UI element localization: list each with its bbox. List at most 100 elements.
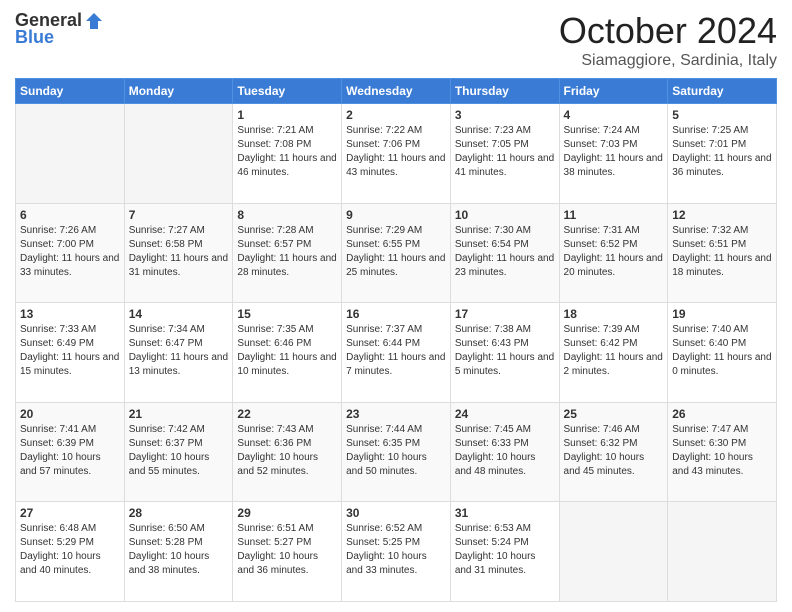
day-number: 2 [346,108,446,122]
day-info: Sunrise: 7:40 AMSunset: 6:40 PMDaylight:… [672,323,772,379]
calendar-cell: 5Sunrise: 7:25 AMSunset: 7:01 PMDaylight… [668,104,777,204]
calendar-cell: 26 Sunrise: 7:47 AMSunset: 6:30 PMDayligh… [668,402,777,502]
day-number: 15 [237,307,337,321]
day-number: 27 [20,506,120,520]
day-number: 25 [564,407,664,421]
calendar-cell: 14Sunrise: 7:34 AMSunset: 6:47 PMDayligh… [124,303,233,403]
day-info: Sunrise: 7:37 AMSunset: 6:44 PMDaylight:… [346,323,446,379]
day-number: 28 [129,506,229,520]
calendar-header-row: SundayMondayTuesdayWednesdayThursdayFrid… [16,79,777,104]
day-info: Sunrise: 7:44 AMSunset: 6:35 PMDaylight:… [346,423,446,479]
day-info: Sunrise: 7:30 AMSunset: 6:54 PMDaylight:… [455,224,555,280]
day-number: 29 [237,506,337,520]
calendar-cell: 1 Sunrise: 7:21 AMSunset: 7:08 PMDaylight… [233,104,342,204]
day-info: Sunrise: 7:32 AMSunset: 6:51 PMDaylight:… [672,224,772,280]
month-title: October 2024 [559,10,777,52]
calendar-cell: 15 Sunrise: 7:35 AMSunset: 6:46 PMDayligh… [233,303,342,403]
day-number: 1 [237,108,337,122]
day-number: 31 [455,506,555,520]
day-number: 3 [455,108,555,122]
day-info: Sunrise: 7:29 AMSunset: 6:55 PMDaylight:… [346,224,446,280]
day-info: Sunrise: 6:48 AMSunset: 5:29 PMDaylight:… [20,522,120,578]
day-info: Sunrise: 7:22 AMSunset: 7:06 PMDaylight:… [346,124,446,180]
calendar-week-row: 6 Sunrise: 7:26 AMSunset: 7:00 PMDaylight… [16,203,777,303]
calendar-cell: 25 Sunrise: 7:46 AMSunset: 6:32 PMDayligh… [559,402,668,502]
calendar-cell: 24 Sunrise: 7:45 AMSunset: 6:33 PMDayligh… [450,402,559,502]
day-number: 24 [455,407,555,421]
day-number: 30 [346,506,446,520]
calendar-week-row: 20 Sunrise: 7:41 AMSunset: 6:39 PMDayligh… [16,402,777,502]
day-number: 19 [672,307,772,321]
weekday-header: Wednesday [342,79,451,104]
calendar-cell: 20 Sunrise: 7:41 AMSunset: 6:39 PMDayligh… [16,402,125,502]
day-number: 9 [346,208,446,222]
calendar-cell: 22 Sunrise: 7:43 AMSunset: 6:36 PMDayligh… [233,402,342,502]
weekday-header: Thursday [450,79,559,104]
calendar-cell [559,502,668,602]
calendar-cell: 8 Sunrise: 7:28 AMSunset: 6:57 PMDaylight… [233,203,342,303]
calendar-cell: 29 Sunrise: 6:51 AMSunset: 5:27 PMDayligh… [233,502,342,602]
calendar-cell: 18Sunrise: 7:39 AMSunset: 6:42 PMDayligh… [559,303,668,403]
day-info: Sunrise: 7:45 AMSunset: 6:33 PMDaylight:… [455,423,555,479]
day-info: Sunrise: 7:33 AMSunset: 6:49 PMDaylight:… [20,323,120,379]
calendar-cell: 23 Sunrise: 7:44 AMSunset: 6:35 PMDayligh… [342,402,451,502]
day-number: 10 [455,208,555,222]
calendar-cell: 12 Sunrise: 7:32 AMSunset: 6:51 PMDayligh… [668,203,777,303]
day-number: 6 [20,208,120,222]
day-info: Sunrise: 7:35 AMSunset: 6:46 PMDaylight:… [237,323,337,379]
day-number: 22 [237,407,337,421]
calendar-cell: 16 Sunrise: 7:37 AMSunset: 6:44 PMDayligh… [342,303,451,403]
calendar-cell: 10 Sunrise: 7:30 AMSunset: 6:54 PMDayligh… [450,203,559,303]
calendar-cell: 2 Sunrise: 7:22 AMSunset: 7:06 PMDaylight… [342,104,451,204]
day-number: 21 [129,407,229,421]
day-info: Sunrise: 7:26 AMSunset: 7:00 PMDaylight:… [20,224,120,280]
calendar-cell [124,104,233,204]
calendar-cell: 4Sunrise: 7:24 AMSunset: 7:03 PMDaylight… [559,104,668,204]
day-info: Sunrise: 7:27 AMSunset: 6:58 PMDaylight:… [129,224,229,280]
day-info: Sunrise: 7:46 AMSunset: 6:32 PMDaylight:… [564,423,664,479]
calendar-week-row: 27 Sunrise: 6:48 AMSunset: 5:29 PMDayligh… [16,502,777,602]
day-info: Sunrise: 7:24 AMSunset: 7:03 PMDaylight:… [564,124,664,180]
calendar-cell [16,104,125,204]
day-number: 23 [346,407,446,421]
page: General Blue October 2024 Siamaggiore, S… [0,0,792,612]
day-number: 8 [237,208,337,222]
calendar-cell: 9 Sunrise: 7:29 AMSunset: 6:55 PMDaylight… [342,203,451,303]
calendar-table: SundayMondayTuesdayWednesdayThursdayFrid… [15,78,777,602]
header: General Blue October 2024 Siamaggiore, S… [15,10,777,70]
calendar-cell [668,502,777,602]
calendar-cell: 19 Sunrise: 7:40 AMSunset: 6:40 PMDayligh… [668,303,777,403]
calendar-week-row: 13Sunrise: 7:33 AMSunset: 6:49 PMDayligh… [16,303,777,403]
calendar-cell: 28 Sunrise: 6:50 AMSunset: 5:28 PMDayligh… [124,502,233,602]
day-number: 12 [672,208,772,222]
calendar-cell: 31Sunrise: 6:53 AMSunset: 5:24 PMDayligh… [450,502,559,602]
logo: General Blue [15,10,104,48]
calendar-cell: 30 Sunrise: 6:52 AMSunset: 5:25 PMDayligh… [342,502,451,602]
day-number: 20 [20,407,120,421]
day-number: 17 [455,307,555,321]
day-info: Sunrise: 6:50 AMSunset: 5:28 PMDaylight:… [129,522,229,578]
weekday-header: Sunday [16,79,125,104]
title-section: October 2024 Siamaggiore, Sardinia, Ital… [559,10,777,70]
day-info: Sunrise: 7:47 AMSunset: 6:30 PMDaylight:… [672,423,772,479]
calendar-cell: 21 Sunrise: 7:42 AMSunset: 6:37 PMDayligh… [124,402,233,502]
day-info: Sunrise: 7:21 AMSunset: 7:08 PMDaylight:… [237,124,337,180]
day-info: Sunrise: 7:28 AMSunset: 6:57 PMDaylight:… [237,224,337,280]
day-info: Sunrise: 6:52 AMSunset: 5:25 PMDaylight:… [346,522,446,578]
calendar-cell: 3Sunrise: 7:23 AMSunset: 7:05 PMDaylight… [450,104,559,204]
day-info: Sunrise: 7:39 AMSunset: 6:42 PMDaylight:… [564,323,664,379]
day-info: Sunrise: 7:42 AMSunset: 6:37 PMDaylight:… [129,423,229,479]
weekday-header: Saturday [668,79,777,104]
calendar-cell: 17Sunrise: 7:38 AMSunset: 6:43 PMDayligh… [450,303,559,403]
day-number: 26 [672,407,772,421]
day-info: Sunrise: 7:41 AMSunset: 6:39 PMDaylight:… [20,423,120,479]
day-number: 5 [672,108,772,122]
calendar-cell: 11Sunrise: 7:31 AMSunset: 6:52 PMDayligh… [559,203,668,303]
weekday-header: Friday [559,79,668,104]
weekday-header: Tuesday [233,79,342,104]
day-info: Sunrise: 7:43 AMSunset: 6:36 PMDaylight:… [237,423,337,479]
day-number: 14 [129,307,229,321]
calendar-cell: 7Sunrise: 7:27 AMSunset: 6:58 PMDaylight… [124,203,233,303]
day-number: 16 [346,307,446,321]
day-info: Sunrise: 6:51 AMSunset: 5:27 PMDaylight:… [237,522,337,578]
